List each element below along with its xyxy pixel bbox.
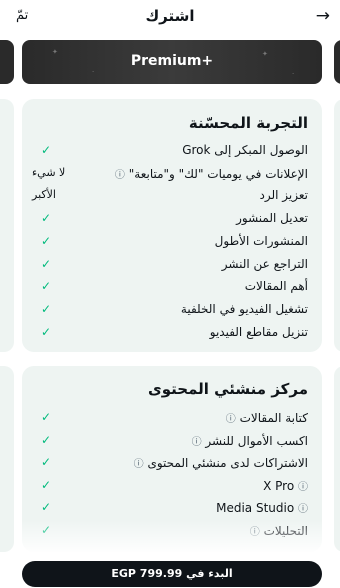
feature-label: تعديل المنشور (236, 211, 308, 225)
check-icon: ✓ (41, 324, 52, 339)
feature-text: كتابة المقالات (239, 411, 308, 425)
check-icon: ✓ (41, 432, 52, 447)
feature-label: الاشتراكات لدى منشئي المحتوى ⓘ (134, 455, 308, 470)
card-title: التجربة المحسّنة (188, 114, 308, 132)
check-icon: ✓ (41, 477, 52, 492)
feature-card-enhanced-experience: التجربة المحسّنة الوصول المبكر إلى Grok ✓… (22, 99, 322, 352)
page-title: اشترك (145, 7, 195, 25)
check-icon: ✓ (41, 410, 52, 424)
feature-text: تعزيز الرد (259, 188, 308, 203)
subscribe-button-label: البدء في EGP 799.99 (111, 567, 233, 580)
check-icon: ✓ (41, 256, 52, 271)
info-icon[interactable]: ⓘ (134, 459, 144, 470)
feature-text: التراجع عن النشر (221, 256, 308, 271)
check-icon: ✓ (41, 279, 52, 294)
info-icon[interactable]: ⓘ (298, 482, 308, 493)
done-button[interactable]: تمّ (16, 8, 28, 23)
sparkle-icon: · (292, 70, 295, 78)
plan-banner-premium-plus[interactable]: ✦ · ✦ · Premium+ (22, 40, 322, 84)
feature-row: الاشتراكات لدى منشئي المحتوى ⓘ ✓ (22, 455, 322, 474)
feature-row: اكسب الأموال للنشر ⓘ ✓ (22, 433, 322, 452)
feature-row: تنزيل مقاطع الفيديو ✓ (22, 325, 322, 344)
header: → اشترك تمّ (0, 0, 340, 36)
prev-card-peek (0, 99, 14, 352)
feature-text: Media Studio (216, 501, 295, 515)
feature-row: X Pro ⓘ ✓ (22, 478, 322, 497)
next-card-peek (334, 99, 340, 352)
check-icon: ✓ (41, 143, 52, 157)
feature-label: المنشورات الأطول (215, 234, 308, 248)
feature-value: الأكبر (32, 188, 56, 202)
feature-text: اكسب الأموال للنشر (205, 433, 308, 448)
feature-label: التراجع عن النشر (222, 257, 308, 271)
prev-card-peek (0, 366, 14, 552)
next-plan-peek[interactable] (334, 40, 340, 84)
info-icon[interactable]: ⓘ (115, 170, 125, 181)
feature-row: تعديل المنشور ✓ (22, 211, 322, 230)
feature-label: اكسب الأموال للنشر ⓘ (192, 433, 308, 448)
feature-row: تعزيز الرد الأكبر (22, 188, 322, 207)
feature-text: المنشورات الأطول (214, 233, 308, 248)
feature-label: X Pro ⓘ (263, 478, 308, 493)
info-icon[interactable]: ⓘ (298, 504, 308, 515)
feature-row: التراجع عن النشر ✓ (22, 257, 322, 276)
check-icon: ✓ (41, 211, 52, 226)
next-card-peek (334, 366, 340, 552)
info-icon[interactable]: ⓘ (226, 414, 236, 425)
scroll-fade (22, 520, 322, 554)
feature-row: تشغيل الفيديو في الخلفية ✓ (22, 302, 322, 321)
feature-label: تشغيل الفيديو في الخلفية (181, 302, 308, 316)
feature-row: الوصول المبكر إلى Grok ✓ (22, 143, 322, 162)
feature-label: تعزيز الرد (260, 188, 308, 202)
plan-name: Premium+ (130, 53, 214, 69)
sparkle-icon: · (92, 68, 95, 76)
feature-value: لا شيء (32, 165, 66, 179)
check-icon: ✓ (41, 233, 52, 248)
feature-label: Media Studio ⓘ (216, 500, 308, 515)
feature-row: كتابة المقالات ⓘ ✓ (22, 410, 322, 429)
feature-text: الاشتراكات لدى منشئي المحتوى (147, 456, 308, 470)
subscribe-button[interactable]: البدء في EGP 799.99 (22, 561, 322, 587)
check-icon: ✓ (41, 455, 52, 469)
feature-label: كتابة المقالات ⓘ (226, 410, 308, 425)
prev-plan-peek[interactable] (0, 40, 14, 84)
feature-text: الإعلانات في يوميات "لك" و"متابعة" (128, 166, 308, 181)
check-icon: ✓ (41, 500, 52, 514)
feature-row: Media Studio ⓘ ✓ (22, 500, 322, 519)
feature-text: X Pro (263, 478, 295, 493)
feature-row: أهم المقالات ✓ (22, 279, 322, 298)
feature-text: أهم المقالات (244, 279, 308, 294)
feature-text: تنزيل مقاطع الفيديو (209, 324, 308, 339)
feature-row: الإعلانات في يوميات "لك" و"متابعة" ⓘ لا ش… (22, 166, 322, 185)
check-icon: ✓ (41, 301, 52, 316)
feature-text: الوصول المبكر إلى Grok (182, 143, 308, 157)
feature-label: أهم المقالات (245, 279, 308, 293)
feature-label: الوصول المبكر إلى Grok (182, 143, 308, 157)
feature-text: تشغيل الفيديو في الخلفية (180, 301, 308, 316)
feature-label: تنزيل مقاطع الفيديو (210, 325, 308, 339)
card-title: مركز منشئي المحتوى (147, 380, 308, 398)
info-icon[interactable]: ⓘ (192, 437, 202, 448)
feature-row: المنشورات الأطول ✓ (22, 234, 322, 253)
feature-label: الإعلانات في يوميات "لك" و"متابعة" ⓘ (115, 166, 308, 181)
feature-text: تعديل المنشور (236, 211, 308, 226)
